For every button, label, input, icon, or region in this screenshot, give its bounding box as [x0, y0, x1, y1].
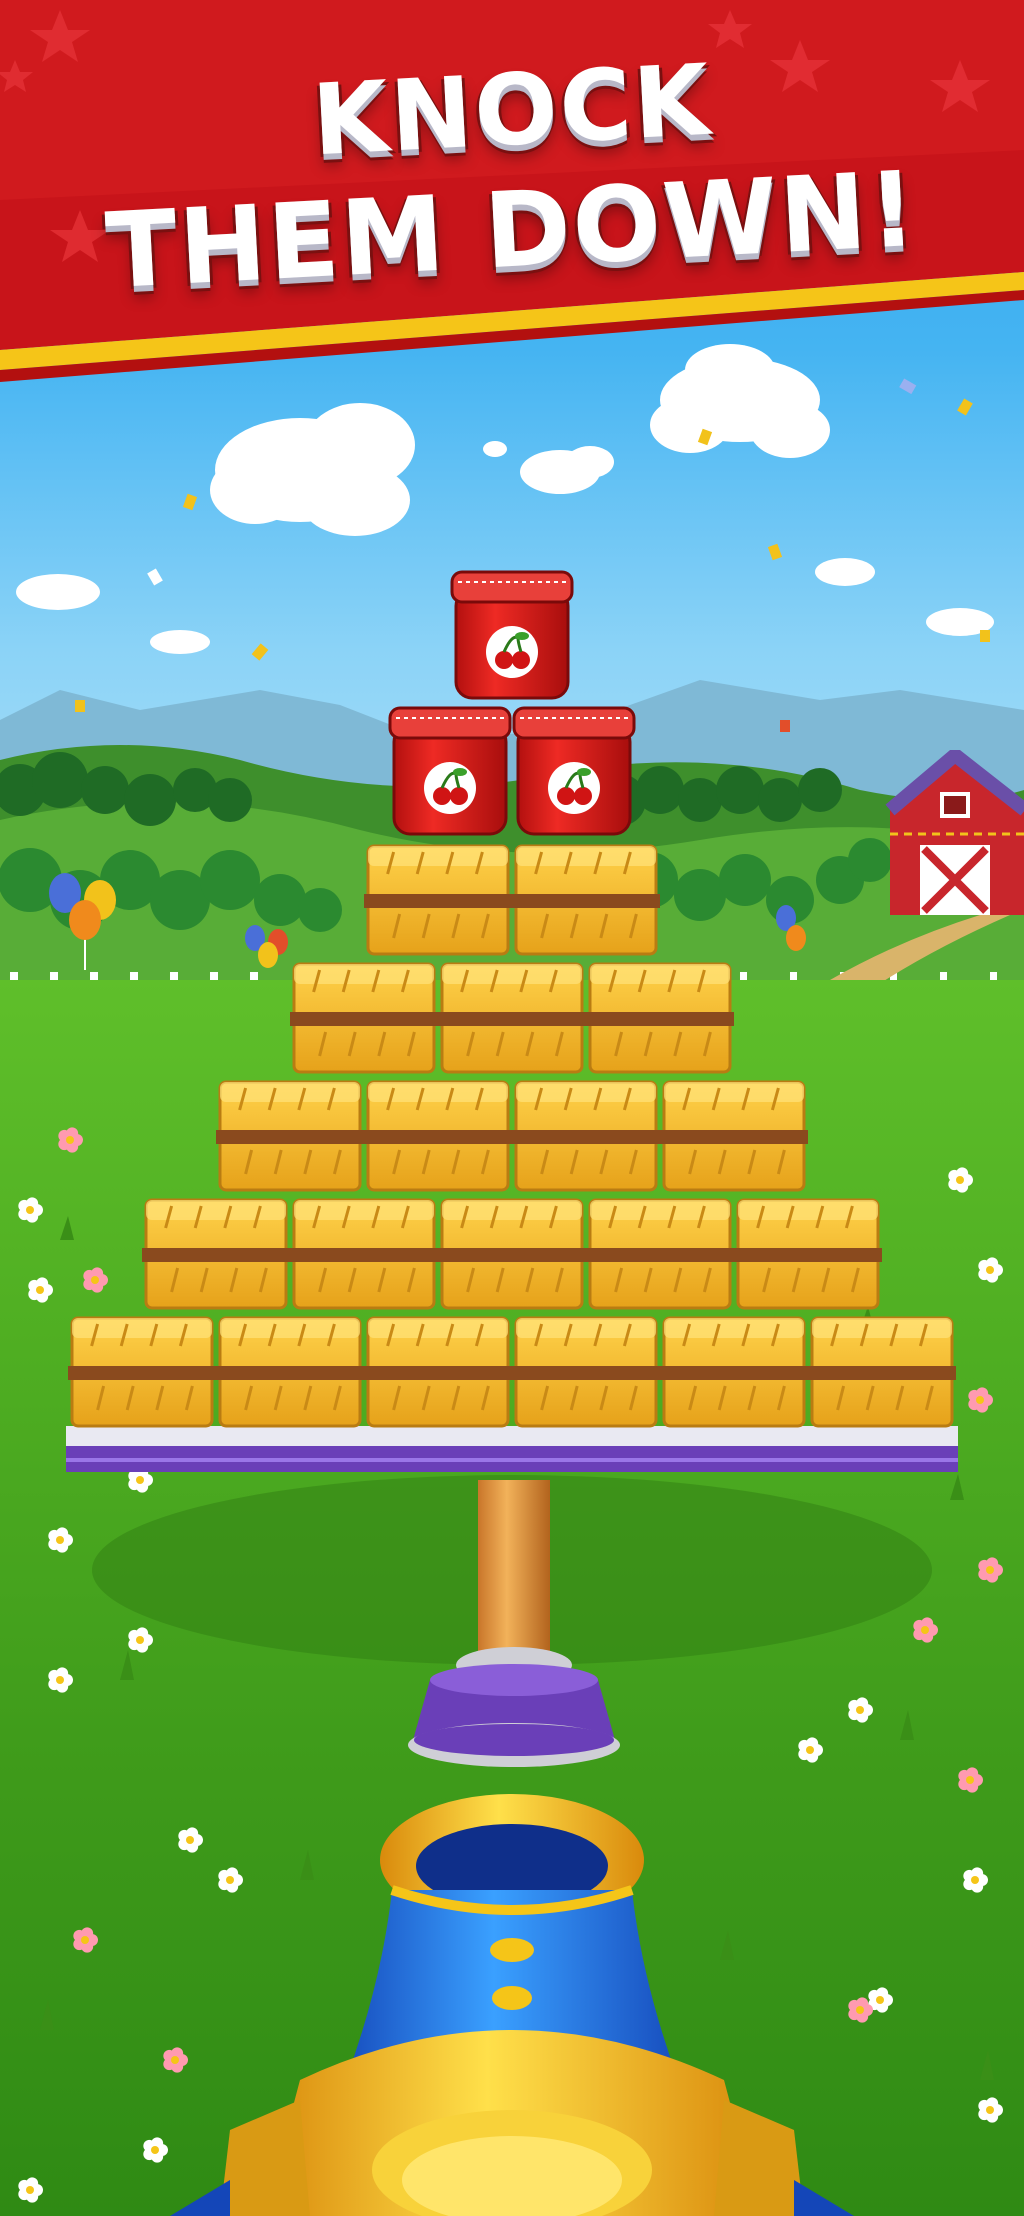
game-scene[interactable]: KNOCK THEM DOWN!: [0, 0, 1024, 2216]
cannon[interactable]: [0, 0, 1024, 2216]
